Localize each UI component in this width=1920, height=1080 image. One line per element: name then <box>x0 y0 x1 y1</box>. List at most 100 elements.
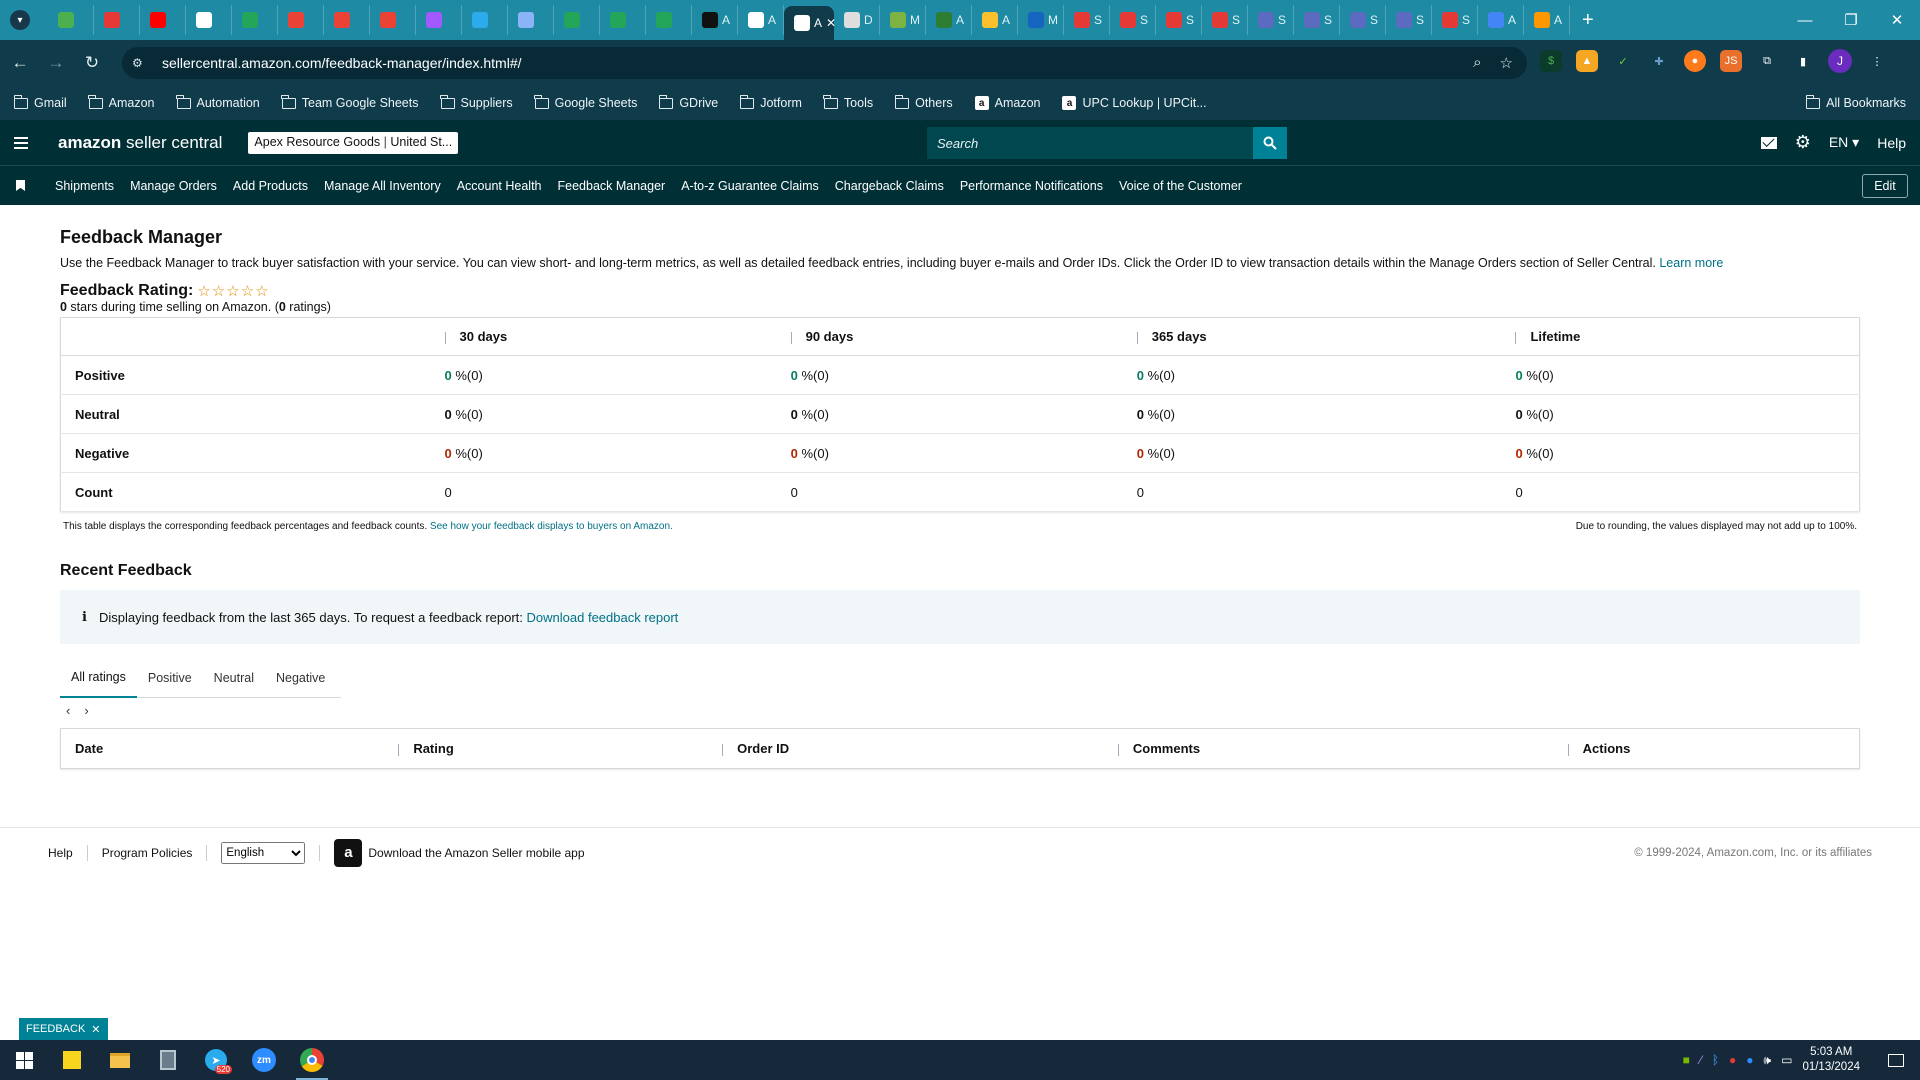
bookmark-icon[interactable] <box>16 180 25 191</box>
nav-item[interactable]: Add Products <box>233 179 308 193</box>
nav-item[interactable]: Shipments <box>55 179 114 193</box>
browser-tab[interactable] <box>186 5 232 35</box>
browser-tab[interactable] <box>554 5 600 35</box>
extension-icon[interactable]: ▲ <box>1576 50 1598 72</box>
browser-tab[interactable]: A <box>1478 5 1524 35</box>
help-link[interactable]: Help <box>1877 135 1906 151</box>
bookmark-item[interactable]: Team Google Sheets <box>281 94 419 110</box>
nvidia-icon[interactable]: ■ <box>1683 1053 1690 1067</box>
bookmark-item[interactable]: Google Sheets <box>534 94 637 110</box>
tab-neutral[interactable]: Neutral <box>203 658 265 698</box>
chrome-icon[interactable] <box>288 1040 336 1080</box>
bookmark-item[interactable]: Gmail <box>13 94 67 110</box>
browser-tab[interactable] <box>600 5 646 35</box>
zoom-tray-icon[interactable]: ● <box>1746 1053 1753 1067</box>
url-text[interactable]: sellercentral.amazon.com/feedback-manage… <box>162 55 522 71</box>
nav-item[interactable]: A-to-z Guarantee Claims <box>681 179 819 193</box>
tab-positive[interactable]: Positive <box>137 658 203 698</box>
browser-tab[interactable] <box>324 5 370 35</box>
side-panel-icon[interactable]: ▮ <box>1792 50 1814 72</box>
tab-search-icon[interactable]: ▾ <box>10 10 30 30</box>
clock[interactable]: 5:03 AM 01/13/2024 <box>1802 1045 1860 1075</box>
browser-tab[interactable]: A <box>692 5 738 35</box>
telegram-icon[interactable]: ➤ 520 <box>192 1040 240 1080</box>
calculator-icon[interactable] <box>144 1040 192 1080</box>
tab-negative[interactable]: Negative <box>265 658 336 698</box>
forward-icon[interactable]: → <box>40 47 72 79</box>
nav-item[interactable]: Manage Orders <box>130 179 217 193</box>
bluetooth-icon[interactable]: ᛒ <box>1712 1053 1719 1067</box>
restore-icon[interactable]: ❐ <box>1828 0 1874 40</box>
all-bookmarks[interactable]: All Bookmarks <box>1805 94 1906 110</box>
feedback-tag[interactable]: FEEDBACK ✕ <box>19 1018 108 1040</box>
network-icon[interactable]: ▭ <box>1781 1053 1792 1067</box>
browser-tab[interactable] <box>646 5 692 35</box>
next-page-icon[interactable]: › <box>84 703 88 718</box>
close-window-icon[interactable]: ✕ <box>1874 0 1920 40</box>
browser-tab[interactable]: A <box>738 5 784 35</box>
browser-tab[interactable]: S <box>1110 5 1156 35</box>
feedback-display-link[interactable]: See how your feedback displays to buyers… <box>430 521 673 532</box>
puzzle-icon[interactable]: ⧉ <box>1756 50 1778 72</box>
seller-app-logo[interactable]: a <box>334 838 363 867</box>
reload-icon[interactable]: ↻ <box>76 47 108 79</box>
footer-language-select[interactable]: English <box>221 841 306 864</box>
minimize-icon[interactable]: — <box>1782 0 1828 40</box>
browser-tab[interactable]: A ✕ <box>784 6 836 40</box>
nav-item[interactable]: Voice of the Customer <box>1119 179 1242 193</box>
browser-tab[interactable] <box>140 5 186 35</box>
browser-tab[interactable] <box>278 5 324 35</box>
browser-tab[interactable]: S <box>1202 5 1248 35</box>
browser-tab[interactable] <box>370 5 416 35</box>
nav-item[interactable]: Performance Notifications <box>960 179 1103 193</box>
file-explorer-icon[interactable] <box>96 1040 144 1080</box>
nav-item[interactable]: Account Health <box>457 179 542 193</box>
bookmark-item[interactable]: Automation <box>176 94 260 110</box>
browser-tab[interactable]: S <box>1340 5 1386 35</box>
learn-more-link[interactable]: Learn more <box>1659 256 1723 270</box>
site-info-icon[interactable]: ⚙ <box>132 56 148 70</box>
browser-tab[interactable] <box>232 5 278 35</box>
browser-tab[interactable]: S <box>1248 5 1294 35</box>
seller-app-link[interactable]: Download the Amazon Seller mobile app <box>368 846 584 860</box>
browser-tab[interactable] <box>94 5 140 35</box>
download-report-link[interactable]: Download feedback report <box>527 610 679 625</box>
bookmark-item[interactable]: Others <box>894 94 953 110</box>
browser-tab[interactable]: S <box>1064 5 1110 35</box>
edit-nav-button[interactable]: Edit <box>1862 173 1908 198</box>
browser-tab[interactable]: S <box>1294 5 1340 35</box>
browser-tab[interactable]: S <box>1156 5 1202 35</box>
close-icon[interactable]: ✕ <box>91 1023 100 1036</box>
bookmark-item[interactable]: a UPC Lookup | UPCit... <box>1062 96 1207 110</box>
browser-tab[interactable] <box>462 5 508 35</box>
bookmark-item[interactable]: Amazon <box>88 94 155 110</box>
pen-icon[interactable]: ⁄ <box>1700 1053 1702 1067</box>
back-icon[interactable]: ← <box>4 47 36 79</box>
extension-icon[interactable]: ✓ <box>1612 50 1634 72</box>
new-tab-icon[interactable]: + <box>1582 9 1594 32</box>
extension-icon[interactable]: ✚ <box>1648 50 1670 72</box>
zoom-search-icon[interactable]: ⌕ <box>1473 54 1481 72</box>
footer-help-link[interactable]: Help <box>48 846 73 860</box>
hamburger-menu-icon[interactable] <box>0 136 42 149</box>
search-input[interactable] <box>927 127 1253 159</box>
search-button[interactable] <box>1253 127 1287 159</box>
bookmark-item[interactable]: Jotform <box>739 94 802 110</box>
windows-start-icon[interactable] <box>0 1040 48 1080</box>
bookmark-item[interactable]: GDrive <box>658 94 718 110</box>
browser-tab[interactable]: M <box>880 5 926 35</box>
nav-item[interactable]: Manage All Inventory <box>324 179 441 193</box>
browser-tab[interactable]: M <box>1018 5 1064 35</box>
account-switcher[interactable]: Apex Resource Goods | United St... <box>248 131 459 154</box>
extension-icon[interactable]: JS <box>1720 50 1742 72</box>
volume-icon[interactable]: 🕪 <box>1764 1053 1772 1068</box>
security-icon[interactable]: ● <box>1729 1053 1736 1067</box>
extension-icon[interactable]: $ <box>1540 50 1562 72</box>
prev-page-icon[interactable]: ‹ <box>66 703 70 718</box>
browser-tab[interactable]: A <box>972 5 1018 35</box>
mail-icon[interactable] <box>1760 136 1777 149</box>
browser-tab[interactable]: S <box>1432 5 1478 35</box>
browser-tab[interactable] <box>416 5 462 35</box>
settings-gear-icon[interactable]: ⚙ <box>1795 132 1811 153</box>
sticky-notes-icon[interactable] <box>48 1040 96 1080</box>
